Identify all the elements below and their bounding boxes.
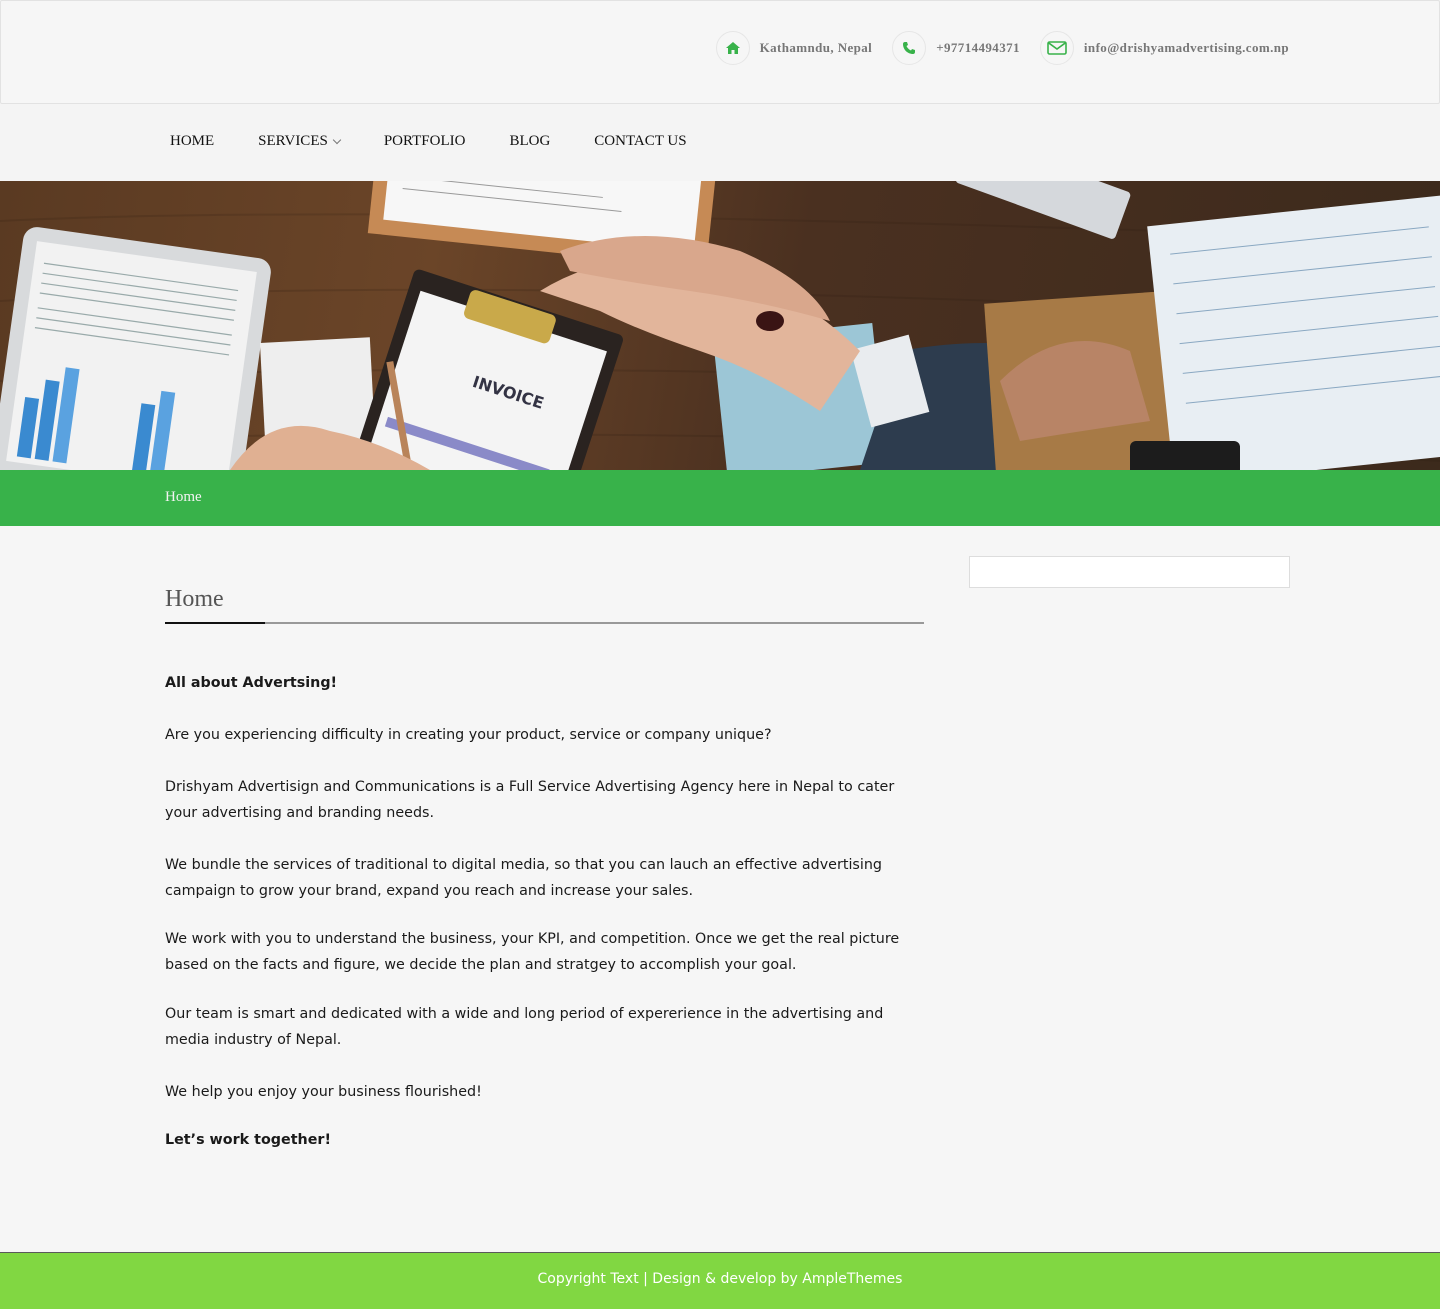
paragraph: We bundle the services of traditional to… [165,857,882,899]
paragraph: Our team is smart and dedicated with a w… [165,1006,884,1048]
email-text[interactable]: info@drishyamadvertising.com.np [1084,40,1289,56]
contact-email[interactable]: info@drishyamadvertising.com.np [1039,31,1289,65]
nav-item-home[interactable]: HOME [170,133,214,150]
nav-menu: HOME SERVICES PORTFOLIO BLOG CONTACT US [170,133,731,150]
nav-item-services[interactable]: SERVICES [258,133,342,150]
location-text: Kathamndu, Nepal [759,40,873,55]
title-divider [165,622,924,624]
main-nav: HOME SERVICES PORTFOLIO BLOG CONTACT US [0,104,1440,181]
phone-text[interactable]: +97714494371 [936,40,1020,56]
footer: Copyright Text | Design & develop by Amp… [0,1252,1440,1309]
nav-item-label: SERVICES [258,133,328,149]
nav-item-label: HOME [170,133,215,149]
sidebar-widget [969,556,1290,588]
contact-location: Kathamndu, Nepal [715,31,873,65]
chevron-down-icon [332,135,342,144]
contact-info: Kathamndu, Nepal +97714494371 info@drish… [696,31,1289,65]
nav-item-blog[interactable]: BLOG [509,133,550,150]
page-title: Home [165,586,224,612]
paragraph: Are you experiencing difficulty in creat… [165,727,772,743]
page-body: All about Advertsing! Are you experienci… [165,670,924,1153]
nav-item-label: CONTACT US [594,133,687,149]
breadcrumb-current: Home [165,489,202,505]
intro-heading: All about Advertsing! [165,675,338,691]
hero-illustration: INVOICE [0,181,1440,470]
contact-phone[interactable]: +97714494371 [892,31,1020,65]
footer-copyright: Copyright Text | Design & develop by Amp… [537,1271,903,1287]
nav-item-portfolio[interactable]: PORTFOLIO [384,133,466,150]
hero-banner-image: INVOICE [0,181,1440,470]
phone-icon [892,31,927,65]
envelope-icon [1039,31,1074,65]
closing-line: Let’s work together! [165,1132,331,1148]
title-divider-accent [165,622,265,624]
paragraph: Drishyam Advertisign and Communications … [165,779,895,821]
top-bar: Kathamndu, Nepal +97714494371 info@drish… [0,0,1440,104]
paragraph: We help you enjoy your business flourish… [165,1084,482,1100]
home-icon [715,31,750,65]
nav-item-label: PORTFOLIO [383,133,466,149]
nav-item-label: BLOG [509,133,551,149]
paragraph: We work with you to understand the busin… [165,931,900,973]
nav-item-contact-us[interactable]: CONTACT US [594,133,686,150]
breadcrumb: Home [0,470,1440,526]
